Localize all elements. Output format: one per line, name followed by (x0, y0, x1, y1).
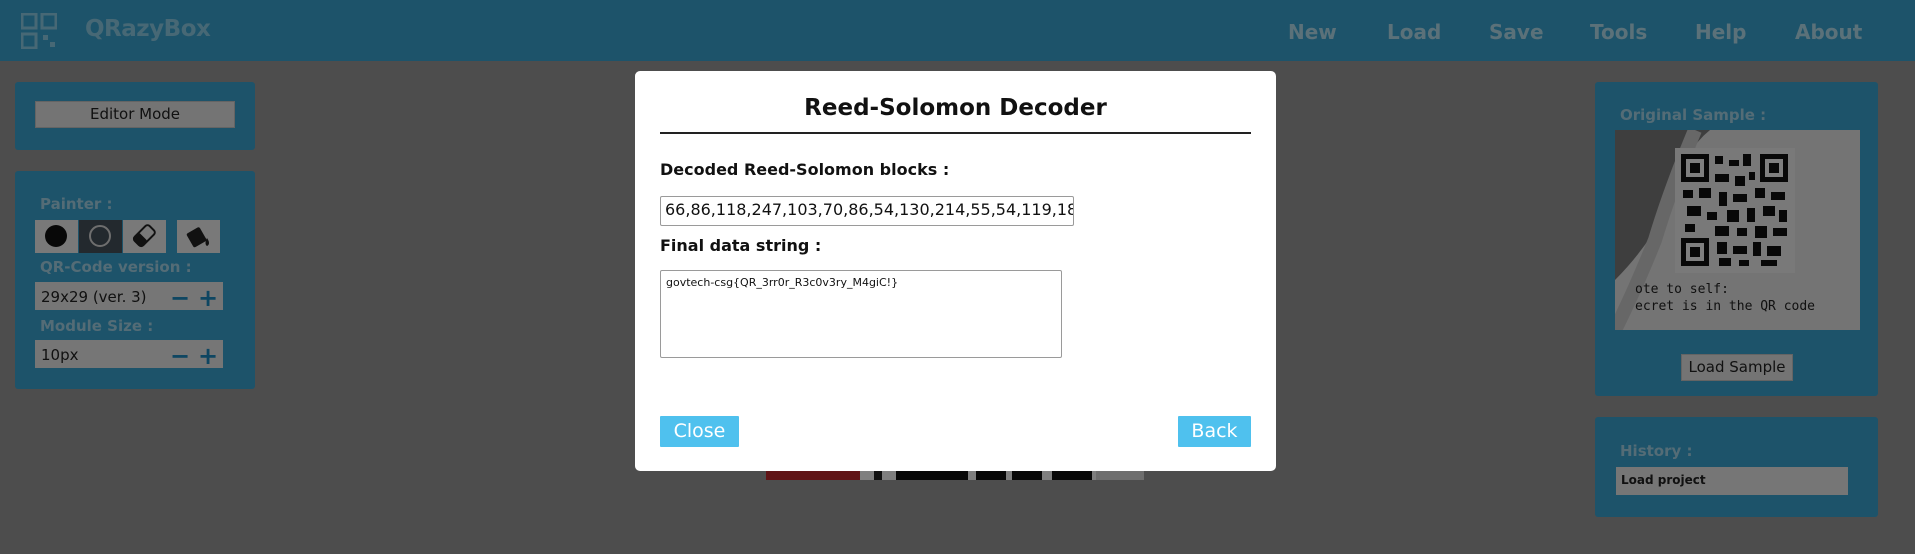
back-button[interactable]: Back (1178, 416, 1251, 447)
reed-solomon-decoder-modal: Reed-Solomon Decoder Decoded Reed-Solomo… (635, 71, 1276, 471)
title-divider (660, 132, 1251, 134)
final-data-label: Final data string : (660, 236, 822, 255)
decoded-blocks-input[interactable]: 66,86,118,247,103,70,86,54,130,214,55,54… (660, 196, 1074, 226)
decoded-blocks-label: Decoded Reed-Solomon blocks : (660, 160, 950, 179)
modal-title: Reed-Solomon Decoder (804, 95, 1107, 121)
close-button[interactable]: Close (660, 416, 739, 447)
final-data-textarea[interactable]: govtech-csg{QR_3rr0r_R3c0v3ry_M4giC!} (660, 270, 1062, 358)
